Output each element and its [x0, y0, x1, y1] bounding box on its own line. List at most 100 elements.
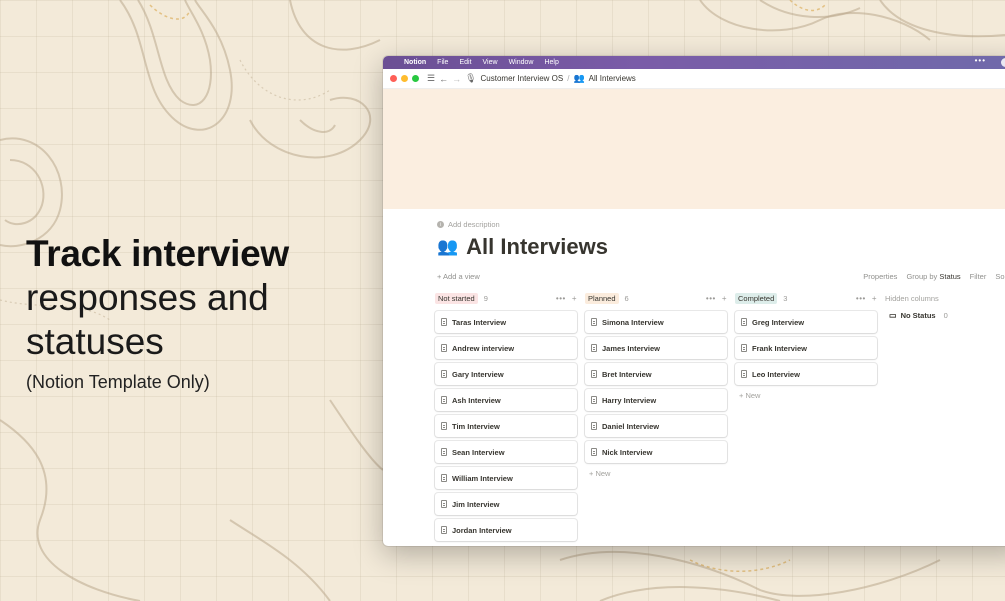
- page-icon: [441, 422, 447, 430]
- sort-button[interactable]: Sor: [995, 272, 1005, 281]
- board-card[interactable]: Tim Interview: [435, 415, 577, 437]
- card-title: Taras Interview: [452, 317, 507, 327]
- add-description-button[interactable]: i Add description: [437, 220, 1005, 229]
- board-card[interactable]: Leo Interview: [735, 363, 877, 385]
- board-card[interactable]: Daniel Interview: [585, 415, 727, 437]
- card-title: Greg Interview: [752, 317, 805, 327]
- column-header: Planned 6 ••• +: [585, 292, 727, 305]
- page-title: 👥 All Interviews: [437, 234, 1005, 260]
- filter-button[interactable]: Filter: [970, 272, 987, 281]
- group-by-label: Group by: [906, 272, 938, 281]
- card-title: Gary Interview: [452, 369, 504, 379]
- card-title: Ash Interview: [452, 395, 501, 405]
- column-actions: ••• +: [706, 294, 727, 303]
- card-title: Daniel Interview: [602, 421, 660, 431]
- column-count: 9: [483, 294, 488, 303]
- group-by-value: Status: [939, 272, 961, 281]
- menu-file[interactable]: File: [437, 59, 448, 66]
- no-status-group[interactable]: ▭ No Status 0: [885, 311, 1005, 320]
- page-icon: [441, 448, 447, 456]
- info-icon: i: [437, 221, 444, 228]
- card-title: Jordan Interview: [452, 525, 512, 535]
- board-card[interactable]: Bret Interview: [585, 363, 727, 385]
- menu-window[interactable]: Window: [509, 59, 534, 66]
- menubar-more-icon[interactable]: •••: [975, 56, 986, 65]
- board-card[interactable]: James Interview: [585, 337, 727, 359]
- board-card[interactable]: Sean Interview: [435, 441, 577, 463]
- close-window-button[interactable]: [390, 75, 397, 82]
- menu-help[interactable]: Help: [544, 59, 558, 66]
- add-view-button[interactable]: + Add a view: [437, 272, 480, 281]
- inbox-icon: ▭: [889, 311, 897, 320]
- sidebar-toggle-icon[interactable]: ☰: [427, 73, 435, 84]
- board-card[interactable]: Nick Interview: [585, 441, 727, 463]
- hero-note: (Notion Template Only): [26, 372, 210, 392]
- column-count: 6: [624, 294, 629, 303]
- page-icon: [441, 474, 447, 482]
- back-arrow-icon[interactable]: ←: [439, 74, 448, 84]
- group-by-button[interactable]: Group by Status: [906, 272, 960, 281]
- status-badge[interactable]: Planned: [585, 293, 619, 304]
- breadcrumb-separator: /: [567, 74, 570, 83]
- page-content: i Add description 👥 All Interviews + Add…: [383, 220, 1005, 545]
- more-icon[interactable]: •••: [706, 294, 716, 303]
- kanban-board: Not started 9 ••• + Taras Interview Andrew…: [435, 292, 1005, 545]
- board-card[interactable]: Harry Interview: [585, 389, 727, 411]
- board-column-not-started: Not started 9 ••• + Taras Interview Andrew…: [435, 292, 577, 545]
- board-card[interactable]: Gary Interview: [435, 363, 577, 385]
- board-card[interactable]: Frank Interview: [735, 337, 877, 359]
- add-card-icon[interactable]: +: [572, 294, 577, 303]
- page-icon: [441, 318, 447, 326]
- page-icon: [591, 448, 597, 456]
- properties-button[interactable]: Properties: [863, 272, 897, 281]
- board-card[interactable]: Ash Interview: [435, 389, 577, 411]
- board-card[interactable]: Simona Interview: [585, 311, 727, 333]
- board-card[interactable]: Greg Interview: [735, 311, 877, 333]
- no-status-count: 0: [943, 311, 948, 320]
- board-card[interactable]: William Interview: [435, 467, 577, 489]
- page-title-text[interactable]: All Interviews: [466, 234, 608, 260]
- forward-arrow-icon[interactable]: →: [452, 74, 461, 84]
- more-icon[interactable]: •••: [556, 294, 566, 303]
- page-icon: [591, 422, 597, 430]
- hero-title: Track interview: [26, 233, 289, 274]
- title-bar: ☰ ← → 🎙 Customer Interview OS / 👥 All In…: [383, 69, 1005, 89]
- board-column-planned: Planned 6 ••• + Simona Interview James Int…: [585, 292, 727, 545]
- card-title: Sean Interview: [452, 447, 505, 457]
- board-card[interactable]: Andrew interview: [435, 337, 577, 359]
- menu-edit[interactable]: Edit: [459, 59, 471, 66]
- hero-subtitle-line1: responses and: [26, 277, 269, 318]
- status-badge[interactable]: Not started: [435, 293, 478, 304]
- column-actions: ••• +: [556, 294, 577, 303]
- card-title: Tim Interview: [452, 421, 500, 431]
- people-icon[interactable]: 👥: [437, 237, 458, 257]
- board-card[interactable]: Jordan Interview: [435, 519, 577, 541]
- app-window: Notion File Edit View Window Help ••• ☰ …: [383, 56, 1005, 546]
- card-title: James Interview: [602, 343, 660, 353]
- page-icon: [441, 500, 447, 508]
- breadcrumb-parent[interactable]: Customer Interview OS: [481, 74, 564, 83]
- add-card-icon[interactable]: +: [872, 294, 877, 303]
- column-header: Not started 9 ••• +: [435, 292, 577, 305]
- board-card[interactable]: Jim Interview: [435, 493, 577, 515]
- menu-app-name[interactable]: Notion: [404, 59, 426, 66]
- minimize-window-button[interactable]: [401, 75, 408, 82]
- page-icon: [441, 370, 447, 378]
- breadcrumb-current[interactable]: All Interviews: [589, 74, 636, 83]
- add-card-icon[interactable]: +: [722, 294, 727, 303]
- hero-text: Track interview responses and statuses (…: [26, 232, 356, 393]
- new-card-button[interactable]: + New: [735, 391, 877, 400]
- card-title: William Interview: [452, 473, 513, 483]
- status-badge[interactable]: Completed: [735, 293, 778, 304]
- new-card-button[interactable]: + New: [585, 469, 727, 478]
- page-icon: [591, 396, 597, 404]
- add-description-label: Add description: [448, 220, 500, 229]
- board-card[interactable]: Taras Interview: [435, 311, 577, 333]
- database-toolbar: + Add a view Properties Group by Status …: [437, 272, 1005, 281]
- more-icon[interactable]: •••: [856, 294, 866, 303]
- menubar-status-icon[interactable]: [1001, 58, 1005, 67]
- menu-view[interactable]: View: [483, 59, 498, 66]
- page-cover: [383, 89, 1005, 209]
- people-icon: 👥: [573, 73, 585, 83]
- zoom-window-button[interactable]: [412, 75, 419, 82]
